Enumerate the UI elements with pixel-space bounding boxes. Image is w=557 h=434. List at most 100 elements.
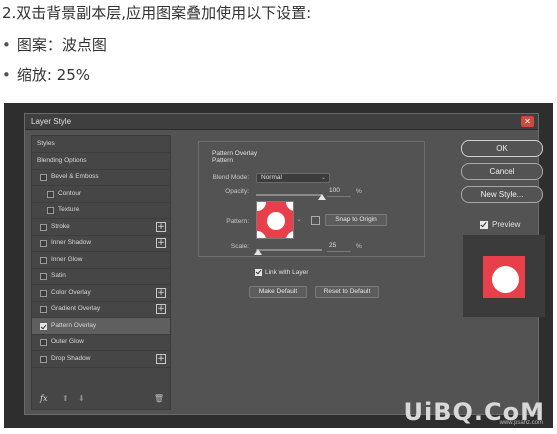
style-checkbox[interactable] xyxy=(40,273,47,280)
add-instance-icon[interactable]: + xyxy=(156,221,166,232)
bullet-text: 缩放: 25% xyxy=(16,66,91,84)
pattern-overlay-panel: Pattern Overlay Pattern Blend Mode: Norm… xyxy=(198,141,425,257)
style-item-label: Stroke xyxy=(51,222,70,230)
pattern-swatch[interactable] xyxy=(256,201,294,239)
opacity-input[interactable]: 100 xyxy=(327,187,351,197)
style-item-label: Bevel & Emboss xyxy=(51,173,99,180)
watermark: UiBQ.CoM www.psahz.com xyxy=(403,398,545,426)
tutorial-bullet-pattern: • 图案：波点图 xyxy=(2,34,107,55)
opacity-label: Opacity: xyxy=(225,188,249,195)
style-item-label: Color Overlay xyxy=(51,288,91,296)
preview-red-square xyxy=(483,256,525,298)
make-default-button[interactable]: Make Default xyxy=(249,286,307,298)
opacity-slider-thumb[interactable] xyxy=(318,194,326,200)
pattern-label: Pattern: xyxy=(226,218,249,225)
style-checkbox[interactable] xyxy=(47,207,54,214)
move-down-icon[interactable]: ⬇ xyxy=(78,394,85,403)
section-title: Pattern Overlay xyxy=(212,150,258,157)
ok-button[interactable]: OK xyxy=(461,140,543,157)
close-icon[interactable]: ✕ xyxy=(521,116,534,127)
styles-footer: fx ⬆ ⬇ 🗑 xyxy=(32,391,170,409)
style-item-styles[interactable]: Styles xyxy=(32,136,170,153)
style-item-label: Styles xyxy=(37,140,55,147)
trash-icon[interactable]: 🗑 xyxy=(154,394,164,403)
add-instance-icon[interactable]: + xyxy=(156,304,166,314)
scale-input[interactable]: 25 xyxy=(327,242,351,252)
style-item-pattern-overlay[interactable]: Pattern Overlay xyxy=(32,317,170,335)
add-instance-icon[interactable]: + xyxy=(156,287,166,298)
new-preset-icon[interactable] xyxy=(311,216,320,225)
style-checkbox[interactable] xyxy=(40,289,47,297)
bullet-icon: • xyxy=(2,66,11,84)
add-instance-icon[interactable]: + xyxy=(156,353,166,364)
watermark-url: www.psahz.com xyxy=(499,420,543,426)
style-item-stroke[interactable]: Stroke + xyxy=(32,219,170,236)
bullet-icon: • xyxy=(2,36,11,54)
style-item-blending-options[interactable]: Blending Options xyxy=(32,153,170,170)
style-checkbox[interactable] xyxy=(40,240,47,247)
pattern-picker-chevron-icon[interactable]: ⌄ xyxy=(296,215,302,223)
move-up-icon[interactable]: ⬆ xyxy=(62,394,69,403)
chevron-down-icon: ⌄ xyxy=(320,175,326,181)
snap-to-origin-button[interactable]: Snap to Origin xyxy=(325,214,387,226)
style-checkbox[interactable] xyxy=(40,256,47,264)
style-item-satin[interactable]: Satin xyxy=(32,268,170,285)
style-item-label: Blending Options xyxy=(37,156,87,164)
style-item-drop-shadow[interactable]: Drop Shadow + xyxy=(32,351,170,368)
style-item-label: Pattern Overlay xyxy=(51,321,97,329)
style-item-label: Satin xyxy=(51,272,66,279)
style-item-outer-glow[interactable]: Outer Glow xyxy=(32,334,170,351)
style-item-label: Outer Glow xyxy=(51,338,84,345)
dialog-titlebar[interactable]: Layer Style ✕ xyxy=(25,114,538,130)
reset-to-default-button[interactable]: Reset to Default xyxy=(315,286,379,298)
style-item-label: Texture xyxy=(58,206,80,213)
photoshop-screenshot: Layer Style ✕ Styles Blending Options Beve… xyxy=(4,103,553,428)
add-instance-icon[interactable]: + xyxy=(156,238,166,248)
style-item-label: Inner Glow xyxy=(51,255,83,263)
scale-unit: % xyxy=(356,243,362,250)
preview-checkbox[interactable] xyxy=(480,221,488,229)
layer-style-dialog: Layer Style ✕ Styles Blending Options Beve… xyxy=(24,113,545,415)
preview-thumbnail xyxy=(463,235,545,317)
sub-title: Pattern xyxy=(212,157,233,164)
link-with-layer-checkbox[interactable] xyxy=(255,269,262,276)
preview-label: Preview xyxy=(492,220,521,229)
tutorial-bullet-scale: • 缩放: 25% xyxy=(2,64,90,85)
fx-icon[interactable]: fx xyxy=(40,394,47,403)
style-checkbox[interactable] xyxy=(40,306,47,313)
blend-mode-value: Normal xyxy=(261,174,282,181)
style-checkbox[interactable] xyxy=(47,190,54,198)
bullet-text: 图案：波点图 xyxy=(16,36,107,54)
scale-label: Scale: xyxy=(230,243,249,250)
scale-slider-track[interactable] xyxy=(256,249,322,251)
styles-list-panel: Styles Blending Options Bevel & Emboss Cont… xyxy=(31,135,171,410)
opacity-slider-track[interactable] xyxy=(256,194,322,196)
style-item-gradient-overlay[interactable]: Gradient Overlay + xyxy=(32,301,170,318)
style-item-texture[interactable]: Texture xyxy=(32,202,170,219)
style-item-color-overlay[interactable]: Color Overlay + xyxy=(32,285,170,302)
polka-dot-pattern xyxy=(257,202,293,238)
blend-mode-label: Blend Mode: xyxy=(212,174,250,181)
cancel-button[interactable]: Cancel xyxy=(461,163,543,180)
style-item-label: Drop Shadow xyxy=(51,354,91,362)
style-item-contour[interactable]: Contour xyxy=(32,186,170,203)
tutorial-step: 2.双击背景副本层,应用图案叠加使用以下设置: xyxy=(2,4,312,22)
style-checkbox[interactable] xyxy=(40,339,47,346)
style-checkbox[interactable] xyxy=(40,174,47,181)
scale-slider-thumb[interactable] xyxy=(253,249,262,255)
preview-white-circle xyxy=(492,266,519,293)
blend-mode-select[interactable]: Normal ⌄ xyxy=(256,173,330,183)
style-item-label: Gradient Overlay xyxy=(51,305,101,312)
dialog-title: Layer Style xyxy=(31,117,72,126)
style-item-label: Contour xyxy=(58,189,82,197)
style-item-bevel-emboss[interactable]: Bevel & Emboss xyxy=(32,169,170,186)
style-checkbox[interactable] xyxy=(40,223,47,231)
style-checkbox[interactable] xyxy=(40,322,47,330)
style-item-label: Inner Shadow xyxy=(51,239,92,246)
style-checkbox[interactable] xyxy=(40,355,47,363)
opacity-unit: % xyxy=(356,188,362,195)
link-with-layer-label: Link with Layer xyxy=(265,269,309,276)
style-item-inner-glow[interactable]: Inner Glow xyxy=(32,252,170,269)
style-item-inner-shadow[interactable]: Inner Shadow + xyxy=(32,235,170,252)
new-style-button[interactable]: New Style... xyxy=(461,186,543,203)
